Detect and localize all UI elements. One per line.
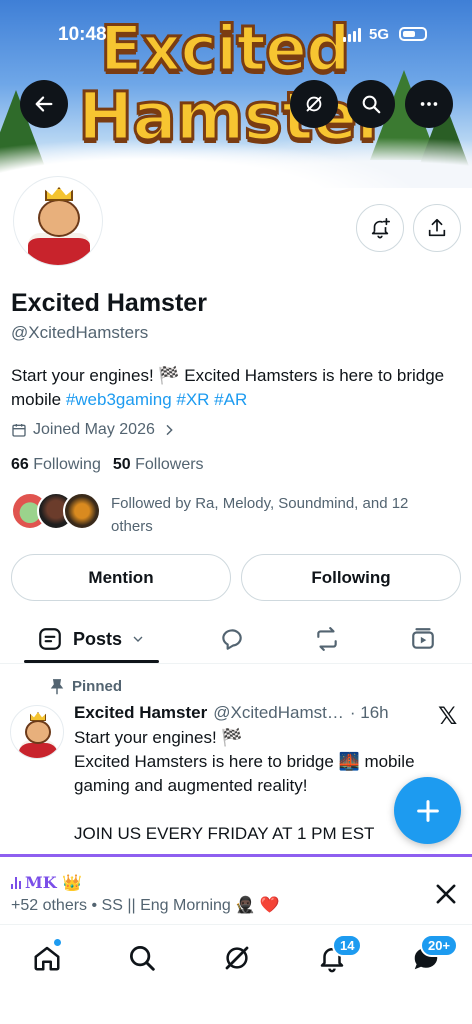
repost-icon — [317, 627, 337, 651]
search-icon — [130, 946, 155, 971]
nav-messages[interactable]: 20+ — [406, 934, 459, 978]
messages-badge: 20+ — [420, 934, 459, 957]
following-button[interactable]: Following — [241, 554, 461, 601]
nav-notifications[interactable]: 14 — [312, 934, 363, 978]
active-tab-indicator — [24, 660, 159, 663]
hamster-avatar-image — [14, 177, 102, 265]
profile-handle: @XcitedHamsters — [11, 323, 149, 342]
home-icon — [34, 946, 60, 971]
live-space-bar[interactable]: MK 👑 +52 others • SS || Eng Morning 🥷🏿 ❤… — [0, 854, 472, 924]
profile-bio: Start your engines! 🏁 Excited Hamsters i… — [11, 364, 451, 412]
followed-by-text[interactable]: Followed by Ra, Melody, Soundmind, and 1… — [111, 492, 451, 538]
space-subtitle: +52 others • SS || Eng Morning 🥷🏿 ❤️ — [11, 897, 280, 914]
media-icon — [412, 628, 434, 649]
grok-icon — [306, 96, 322, 112]
post-line: Start your engines! 🏁 — [74, 728, 243, 747]
search-icon — [362, 95, 381, 114]
following-stat[interactable]: 66 Following — [11, 456, 101, 474]
share-icon — [428, 218, 446, 237]
space-host: MK 👑 — [11, 873, 82, 892]
mention-button[interactable]: Mention — [11, 554, 231, 601]
search-button[interactable] — [347, 80, 395, 128]
pinned-label: Pinned — [50, 678, 122, 695]
notifications-badge: 14 — [332, 934, 363, 957]
crown-icon — [45, 187, 73, 201]
post-time: · 16h — [349, 703, 389, 722]
post-avatar[interactable] — [10, 705, 64, 759]
tab-media[interactable] — [403, 614, 443, 664]
post-header: Excited Hamster @XcitedHamst… · 16h — [74, 703, 389, 723]
share-button[interactable] — [413, 204, 461, 252]
signal-icon — [343, 28, 361, 42]
more-button[interactable] — [405, 80, 453, 128]
profile-name: Excited Hamster — [11, 289, 207, 317]
followed-by-avatars[interactable] — [11, 492, 101, 530]
reply-bubble-icon — [222, 629, 242, 650]
grok-button[interactable] — [290, 80, 338, 128]
arrow-left-icon — [35, 96, 53, 112]
network-label: 5G — [369, 26, 390, 43]
avatar — [63, 492, 101, 530]
chevron-down-icon — [133, 636, 143, 642]
more-dots-icon — [420, 102, 438, 106]
followers-stat[interactable]: 50 Followers — [113, 456, 204, 474]
pin-icon — [50, 678, 64, 694]
follow-stats: 66 Following 50 Followers — [11, 456, 204, 474]
profile-avatar[interactable] — [10, 173, 106, 269]
close-icon[interactable] — [432, 880, 460, 908]
tab-reposts[interactable] — [307, 614, 347, 664]
nav-search[interactable] — [122, 938, 162, 978]
joined-date[interactable]: Joined May 2026 — [11, 421, 177, 439]
grok-icon — [225, 946, 249, 970]
notify-button[interactable] — [356, 204, 404, 252]
chevron-right-icon — [166, 424, 173, 436]
unread-dot — [53, 938, 62, 947]
posts-icon — [39, 628, 61, 650]
plus-icon — [416, 799, 439, 822]
tab-posts[interactable]: Posts — [24, 614, 159, 664]
crown-icon — [30, 712, 46, 721]
status-bar: 10:48 5G — [0, 24, 472, 46]
compose-button[interactable] — [394, 777, 461, 844]
battery-icon — [399, 27, 427, 41]
post-author-name[interactable]: Excited Hamster — [74, 703, 207, 723]
post-text[interactable]: Start your engines! 🏁 Excited Hamsters i… — [74, 726, 454, 846]
bell-plus-icon — [371, 218, 390, 239]
back-button[interactable] — [20, 80, 68, 128]
audio-bars-icon — [11, 876, 21, 889]
banner-logo-line2: Hamster — [77, 77, 391, 157]
banner-logo-line1: Excited — [98, 11, 351, 87]
profile-tabs: Posts — [0, 614, 472, 664]
nav-grok[interactable] — [217, 938, 257, 978]
post-author-handle[interactable]: @XcitedHamst… — [213, 703, 344, 723]
calendar-icon — [12, 424, 26, 437]
post-line: Excited Hamsters is here to bridge 🌉 mob… — [74, 752, 415, 795]
status-time: 10:48 — [58, 24, 107, 45]
tab-posts-label: Posts — [72, 628, 123, 649]
bio-hashtags[interactable]: #web3gaming #XR #AR — [66, 390, 247, 409]
joined-label: Joined May 2026 — [33, 421, 155, 438]
nav-home[interactable] — [27, 938, 67, 978]
bottom-nav: 14 20+ — [0, 924, 472, 1024]
tab-replies[interactable] — [212, 614, 252, 664]
